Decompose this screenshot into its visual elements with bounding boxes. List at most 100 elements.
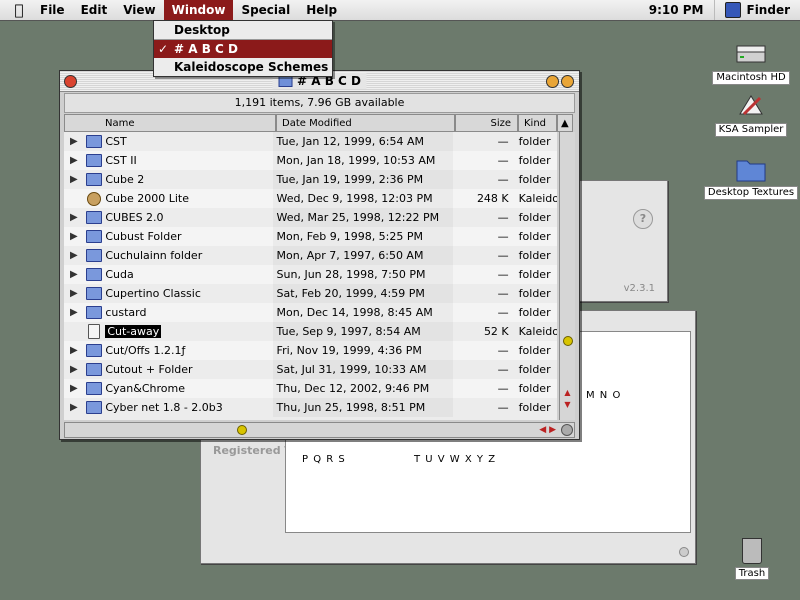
file-name: Cube 2000 Lite xyxy=(103,192,272,205)
file-name-text: Cutout + Folder xyxy=(105,363,193,376)
file-kind: folder xyxy=(518,382,551,395)
menubar-clock[interactable]: 9:10 PM xyxy=(639,3,714,17)
disclosure-triangle-icon[interactable]: ▶ xyxy=(64,307,84,318)
column-header-size[interactable]: Size xyxy=(455,114,518,132)
table-row[interactable]: ▶ Cubust Folder Mon, Feb 9, 1998, 5:25 PM —… xyxy=(64,227,557,246)
disclosure-triangle-icon[interactable]: ▶ xyxy=(64,250,84,261)
collapse-box-icon[interactable] xyxy=(561,75,574,88)
file-kind: Kaleido xyxy=(518,192,557,205)
resize-handle[interactable] xyxy=(679,547,689,557)
menu-special[interactable]: Special xyxy=(233,0,298,20)
table-row[interactable]: ▶ Cuda Sun, Jun 28, 1998, 7:50 PM — folder xyxy=(64,265,557,284)
table-row[interactable]: ▶ CUBES 2.0 Wed, Mar 25, 1998, 12:22 PM — fo… xyxy=(64,208,557,227)
table-row[interactable]: ▶ Cuchulainn folder Mon, Apr 7, 1997, 6:50… xyxy=(64,246,557,265)
close-box-icon[interactable] xyxy=(64,75,77,88)
folder-icon xyxy=(85,287,102,300)
file-size: — xyxy=(497,401,509,414)
table-row[interactable]: ▶ Cyan&Chrome Thu, Dec 12, 2002, 9:46 PM — f… xyxy=(64,379,557,398)
folder-icon xyxy=(85,382,102,395)
application-menu[interactable]: Finder xyxy=(713,0,800,20)
disclosure-triangle-icon[interactable]: ▶ xyxy=(64,269,84,280)
file-name-text: Cubust Folder xyxy=(105,230,182,243)
desktop-icon-trash[interactable]: Trash xyxy=(722,538,782,580)
desktop-icon-desktop-textures[interactable]: Desktop Textures xyxy=(703,155,799,200)
scroll-down-arrow-icon[interactable]: ▼ xyxy=(562,400,573,410)
desktop-icon-macintosh-hd[interactable]: Macintosh HD xyxy=(703,40,799,85)
file-size: — xyxy=(497,154,509,167)
table-row[interactable]: ▶ CST II Mon, Jan 18, 1999, 10:53 AM — folde… xyxy=(64,151,557,170)
file-name: Cut/Offs 1.2.1ƒ xyxy=(103,344,272,357)
folder-icon xyxy=(85,154,102,167)
disclosure-triangle-icon[interactable]: ▶ xyxy=(64,174,84,185)
disclosure-triangle-icon[interactable]: ▶ xyxy=(64,364,84,375)
window-menu-item-abcd[interactable]: ✓ # A B C D xyxy=(154,40,332,58)
window-menu-item-desktop[interactable]: Desktop xyxy=(154,21,332,40)
scroll-thumb[interactable] xyxy=(563,336,573,346)
file-name-text: Cut/Offs 1.2.1ƒ xyxy=(105,344,186,357)
folder-icon xyxy=(84,382,104,395)
table-row[interactable]: ▶ custard Mon, Dec 14, 1998, 8:45 AM — folde… xyxy=(64,303,557,322)
disclosure-triangle-icon[interactable]: ▶ xyxy=(64,136,84,147)
scroll-thumb[interactable] xyxy=(237,425,247,435)
disclosure-triangle-icon[interactable]: ▶ xyxy=(64,288,84,299)
finder-icon xyxy=(724,2,741,18)
file-size: — xyxy=(497,135,509,148)
menu-edit[interactable]: Edit xyxy=(73,0,116,20)
column-header-kind[interactable]: Kind xyxy=(518,114,557,132)
file-date: Mon, Dec 14, 1998, 8:45 AM xyxy=(273,303,453,322)
file-date: Sat, Feb 20, 1999, 4:59 PM xyxy=(273,284,453,303)
disclosure-triangle-icon[interactable]: ▶ xyxy=(64,212,84,223)
application-icon xyxy=(734,92,768,120)
file-date: Fri, Nov 19, 1999, 4:36 PM xyxy=(273,341,453,360)
menu-help[interactable]: Help xyxy=(298,0,345,20)
file-size: — xyxy=(497,287,509,300)
file-name-text: Cyber net 1.8 - 2.0b3 xyxy=(105,401,223,414)
file-kind: folder xyxy=(518,268,551,281)
file-kind: folder xyxy=(518,154,551,167)
table-row[interactable]: ▶ Cupertino Classic Sat, Feb 20, 1999, 4:5… xyxy=(64,284,557,303)
table-row[interactable]: ▶ Cutout + Folder Sat, Jul 31, 1999, 10:33… xyxy=(64,360,557,379)
file-name: Cubust Folder xyxy=(103,230,272,243)
menu-file[interactable]: File xyxy=(32,0,73,20)
file-name-text: CST II xyxy=(105,154,137,167)
disclosure-triangle-icon[interactable]: ▶ xyxy=(64,402,84,413)
file-name: Cyan&Chrome xyxy=(103,382,272,395)
table-row[interactable]: Cut-away Tue, Sep 9, 1997, 8:54 AM 52 K Kal… xyxy=(64,322,557,341)
folder-icon xyxy=(734,155,768,183)
menu-window[interactable]: Window xyxy=(163,0,234,20)
zoom-box-icon[interactable] xyxy=(546,75,559,88)
sort-direction-icon[interactable]: ▲ xyxy=(557,114,573,132)
apple-icon[interactable]:  xyxy=(6,1,32,19)
table-row[interactable]: ▶ CST Tue, Jan 12, 1999, 6:54 AM — folder xyxy=(64,132,557,151)
file-date: Thu, Dec 12, 2002, 9:46 PM xyxy=(273,379,453,398)
file-date: Tue, Jan 19, 1999, 2:36 PM xyxy=(273,170,453,189)
table-row[interactable]: ▶ Cyber net 1.8 - 2.0b3 Thu, Jun 25, 1998,… xyxy=(64,398,557,417)
disclosure-triangle-icon[interactable]: ▶ xyxy=(64,155,84,166)
desktop-icon-label: Macintosh HD xyxy=(712,71,790,85)
disclosure-triangle-icon[interactable]: ▶ xyxy=(64,345,84,356)
folder-icon xyxy=(85,135,102,148)
folder-icon xyxy=(85,401,102,414)
column-header-name[interactable]: Name xyxy=(64,114,276,132)
document-icon xyxy=(84,324,104,339)
window-menu-item-kaleidoscope-schemes[interactable]: Kaleidoscope Schemes xyxy=(154,58,332,76)
horizontal-scrollbar[interactable]: ◀ ▶ xyxy=(64,422,575,438)
file-name-text: CST xyxy=(105,135,127,148)
table-row[interactable]: ▶ Cut/Offs 1.2.1ƒ Fri, Nov 19, 1999, 4:36 … xyxy=(64,341,557,360)
desktop-icon-ksa-sampler[interactable]: KSA Sampler xyxy=(703,92,799,137)
help-icon[interactable]: ? xyxy=(633,209,653,229)
menu-bar:  File Edit View Window Special Help 9:1… xyxy=(0,0,800,21)
column-header-date[interactable]: Date Modified xyxy=(276,114,455,132)
folder-icon xyxy=(84,268,104,281)
disclosure-triangle-icon[interactable]: ▶ xyxy=(64,231,84,242)
table-row[interactable]: ▶ Cube 2 Tue, Jan 19, 1999, 2:36 PM — folder xyxy=(64,170,557,189)
file-kind: folder xyxy=(518,135,551,148)
disclosure-triangle-icon[interactable]: ▶ xyxy=(64,383,84,394)
scroll-up-arrow-icon[interactable]: ▲ xyxy=(562,388,573,398)
table-row[interactable]: Cube 2000 Lite Wed, Dec 9, 1998, 12:03 PM… xyxy=(64,189,557,208)
vertical-scrollbar[interactable]: ▲ ▼ xyxy=(559,132,575,420)
scroll-left-right-arrows-icon[interactable]: ◀ ▶ xyxy=(539,423,556,437)
file-name: custard xyxy=(103,306,272,319)
resize-handle[interactable] xyxy=(561,424,573,436)
menu-view[interactable]: View xyxy=(115,0,163,20)
